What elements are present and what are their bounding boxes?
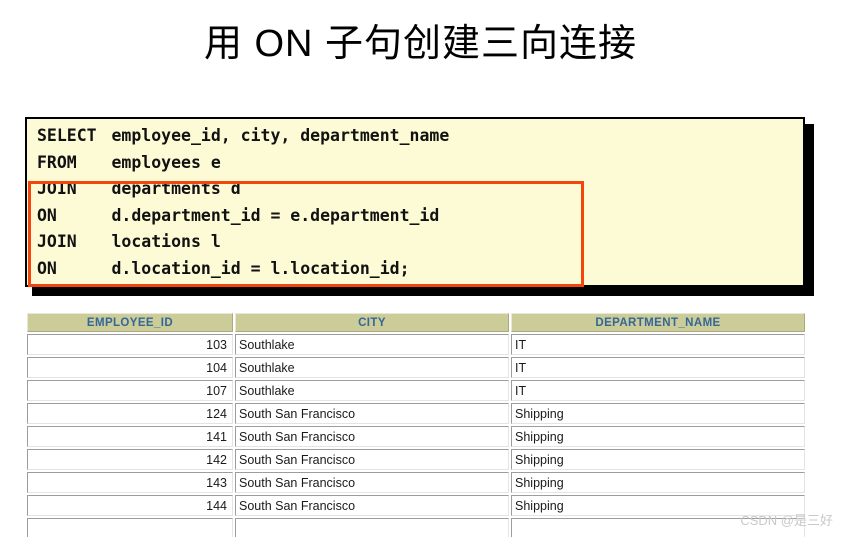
sql-line: ON d.location_id = l.location_id; (37, 256, 449, 283)
cell-employee-id[interactable]: 124 (27, 403, 233, 424)
cell-city[interactable]: Southlake (235, 334, 509, 355)
cell-city[interactable]: Southlake (235, 357, 509, 378)
table-row[interactable]: 124 South San Francisco Shipping (27, 403, 805, 424)
table-row[interactable]: 103 Southlake IT (27, 334, 805, 355)
table-row[interactable]: 143 South San Francisco Shipping (27, 472, 805, 493)
sql-keyword: FROM (37, 152, 77, 172)
sql-line: FROM employees e (37, 150, 449, 177)
table-row[interactable] (27, 518, 805, 537)
cell-city[interactable]: South San Francisco (235, 495, 509, 516)
sql-clause: employees e (111, 152, 221, 172)
sql-code-block: SELECT employee_id, city, department_name… (25, 117, 805, 287)
csdn-watermark: CSDN @是三好 (740, 513, 833, 528)
cell-department-name[interactable]: IT (511, 334, 805, 355)
query-result-grid[interactable]: EMPLOYEE_ID CITY DEPARTMENT_NAME 103 Southl… (25, 311, 805, 537)
cell-city[interactable]: South San Francisco (235, 403, 509, 424)
column-header[interactable]: EMPLOYEE_ID (27, 313, 233, 332)
sql-clause: departments d (111, 179, 241, 198)
table-row[interactable]: 142 South San Francisco Shipping (27, 449, 805, 470)
sql-line: SELECT employee_id, city, department_name (37, 123, 449, 150)
cell-employee-id[interactable] (27, 518, 233, 537)
cell-employee-id[interactable]: 103 (27, 334, 233, 355)
column-header[interactable]: CITY (235, 313, 509, 332)
cell-department-name[interactable]: IT (511, 380, 805, 401)
result-table: EMPLOYEE_ID CITY DEPARTMENT_NAME 103 Southl… (25, 311, 805, 537)
table-row[interactable]: 144 South San Francisco Shipping (27, 495, 805, 516)
table-row[interactable]: 141 South San Francisco Shipping (27, 426, 805, 447)
cell-city[interactable]: South San Francisco (235, 449, 509, 470)
sql-line: JOIN locations l (37, 229, 449, 256)
sql-line: JOIN departments d (37, 176, 449, 203)
cell-employee-id[interactable]: 144 (27, 495, 233, 516)
table-row[interactable]: 107 Southlake IT (27, 380, 805, 401)
cell-city[interactable]: Southlake (235, 380, 509, 401)
sql-clause: d.department_id = e.department_id (111, 205, 440, 225)
sql-line: ON d.department_id = e.department_id (37, 203, 449, 230)
sql-keyword: ON (37, 258, 57, 278)
cell-department-name[interactable]: IT (511, 357, 805, 378)
cell-employee-id[interactable]: 142 (27, 449, 233, 470)
sql-keyword: SELECT (37, 126, 97, 145)
sql-clause: d.location_id = l.location_id; (111, 258, 410, 278)
cell-city[interactable]: South San Francisco (235, 472, 509, 493)
cell-city[interactable] (235, 518, 509, 537)
cell-employee-id[interactable]: 104 (27, 357, 233, 378)
cell-employee-id[interactable]: 141 (27, 426, 233, 447)
cell-employee-id[interactable]: 107 (27, 380, 233, 401)
sql-clause: locations l (111, 232, 221, 251)
sql-keyword: JOIN (37, 232, 77, 251)
cell-department-name[interactable]: Shipping (511, 472, 805, 493)
cell-city[interactable]: South San Francisco (235, 426, 509, 447)
sql-keyword: JOIN (37, 179, 77, 198)
sql-keyword: ON (37, 205, 57, 225)
cell-employee-id[interactable]: 143 (27, 472, 233, 493)
table-body: 103 Southlake IT 104 Southlake IT 107 Southlake… (27, 334, 805, 537)
cell-department-name[interactable]: Shipping (511, 403, 805, 424)
cell-department-name[interactable]: Shipping (511, 449, 805, 470)
page-title: 用 ON 子句创建三向连接 (203, 23, 638, 65)
cell-department-name[interactable]: Shipping (511, 426, 805, 447)
table-row[interactable]: 104 Southlake IT (27, 357, 805, 378)
table-header-row: EMPLOYEE_ID CITY DEPARTMENT_NAME (27, 313, 805, 332)
column-header[interactable]: DEPARTMENT_NAME (511, 313, 805, 332)
sql-clause: employee_id, city, department_name (111, 126, 450, 145)
sql-code-lines: SELECT employee_id, city, department_name… (37, 123, 449, 282)
